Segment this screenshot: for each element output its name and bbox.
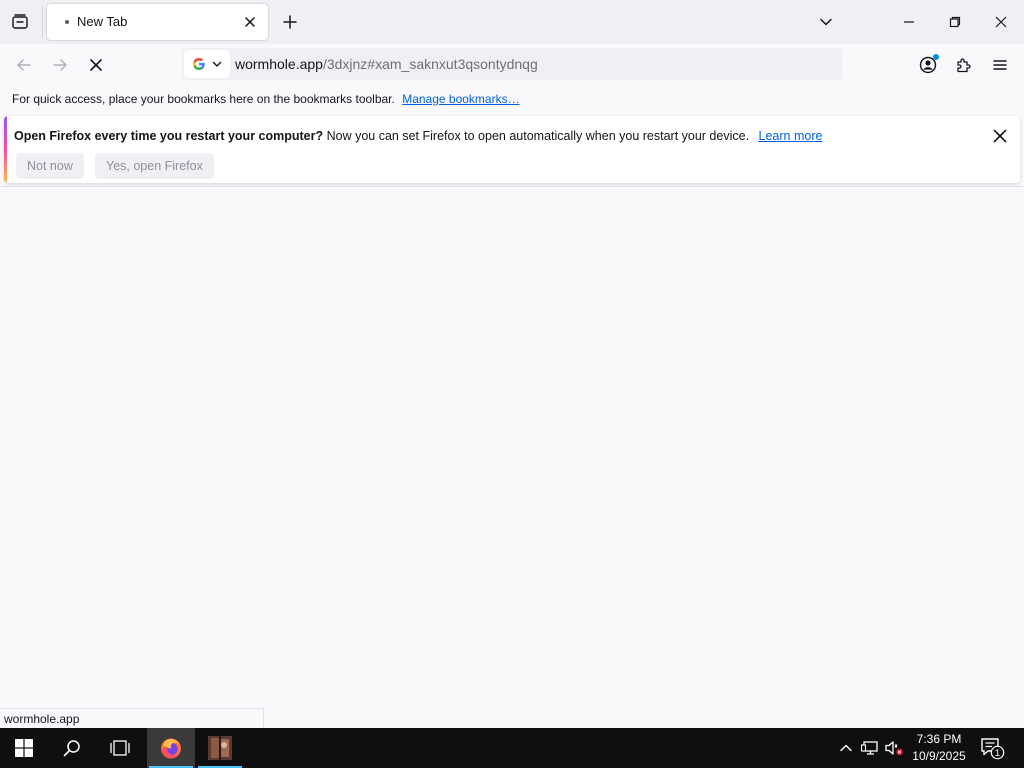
learn-more-link[interactable]: Learn more bbox=[759, 129, 823, 143]
url-bar[interactable]: wormhole.app/3dxjnz#xam_saknxut3qsontydn… bbox=[182, 48, 842, 80]
bookmarks-hint-text: For quick access, place your bookmarks h… bbox=[12, 92, 395, 106]
notification-icon[interactable]: 1 bbox=[980, 736, 1006, 760]
not-now-button[interactable]: Not now bbox=[16, 153, 84, 179]
tab-strip: New Tab bbox=[0, 0, 1024, 44]
system-clock[interactable]: 7:36 PM 10/9/2025 bbox=[908, 731, 970, 765]
default-browser-notification: Open Firefox every time you restart your… bbox=[4, 116, 1020, 183]
restore-icon[interactable] bbox=[932, 0, 978, 44]
volume-muted-icon[interactable] bbox=[884, 738, 904, 758]
menu-icon[interactable] bbox=[985, 50, 1015, 80]
windows-taskbar: 7:36 PM 10/9/2025 1 bbox=[0, 728, 1024, 768]
search-icon[interactable] bbox=[48, 728, 96, 768]
search-engine-button[interactable] bbox=[184, 50, 230, 78]
yes-open-firefox-button[interactable]: Yes, open Firefox bbox=[95, 153, 214, 179]
minimize-icon[interactable] bbox=[886, 0, 932, 44]
tab-list-icon[interactable] bbox=[6, 8, 34, 36]
notification-message: Open Firefox every time you restart your… bbox=[14, 129, 822, 143]
manage-bookmarks-link[interactable]: Manage bookmarks… bbox=[402, 92, 519, 106]
page-content[interactable] bbox=[0, 187, 1024, 728]
close-icon[interactable] bbox=[988, 124, 1012, 148]
tab-title: New Tab bbox=[77, 14, 128, 29]
app-thumbnail-icon[interactable] bbox=[196, 728, 244, 768]
notification-accent bbox=[4, 116, 7, 183]
status-panel: wormhole.app bbox=[0, 708, 264, 728]
tab-new-tab[interactable]: New Tab bbox=[47, 4, 268, 40]
url-path: /3dxjnz#xam_saknxut3qsontydnqg bbox=[322, 56, 538, 72]
account-icon[interactable] bbox=[913, 50, 943, 80]
account-badge bbox=[933, 54, 939, 60]
loading-dot-icon bbox=[65, 20, 69, 24]
task-view-icon[interactable] bbox=[96, 728, 144, 768]
forward-icon[interactable] bbox=[45, 50, 75, 80]
notification-body: Now you can set Firefox to open automati… bbox=[326, 129, 750, 143]
url-domain: wormhole.app bbox=[235, 56, 323, 72]
bookmarks-hint: For quick access, place your bookmarks h… bbox=[12, 92, 520, 106]
notification-count: 1 bbox=[995, 748, 1000, 759]
google-icon bbox=[192, 57, 205, 71]
windows-start-icon[interactable] bbox=[0, 728, 48, 768]
bookmarks-toolbar: For quick access, place your bookmarks h… bbox=[0, 86, 1024, 112]
close-window-icon[interactable] bbox=[978, 0, 1024, 44]
back-icon[interactable] bbox=[9, 50, 39, 80]
navigation-toolbar: wormhole.app/3dxjnz#xam_saknxut3qsontydn… bbox=[0, 44, 1024, 86]
close-icon[interactable] bbox=[238, 10, 262, 34]
notification-title: Open Firefox every time you restart your… bbox=[14, 129, 324, 143]
url-text[interactable]: wormhole.app/3dxjnz#xam_saknxut3qsontydn… bbox=[235, 56, 538, 72]
clock-time: 7:36 PM bbox=[916, 732, 962, 746]
chevron-down-icon bbox=[212, 61, 222, 67]
stop-icon[interactable] bbox=[81, 50, 111, 80]
tabstrip-divider bbox=[42, 6, 43, 38]
firefox-icon[interactable] bbox=[147, 728, 195, 768]
chevron-up-icon[interactable] bbox=[836, 738, 856, 758]
network-icon[interactable] bbox=[860, 738, 880, 758]
plus-icon[interactable] bbox=[276, 8, 304, 36]
extensions-icon[interactable] bbox=[949, 50, 979, 80]
chevron-down-icon[interactable] bbox=[812, 8, 840, 36]
clock-date: 10/9/2025 bbox=[912, 749, 966, 763]
